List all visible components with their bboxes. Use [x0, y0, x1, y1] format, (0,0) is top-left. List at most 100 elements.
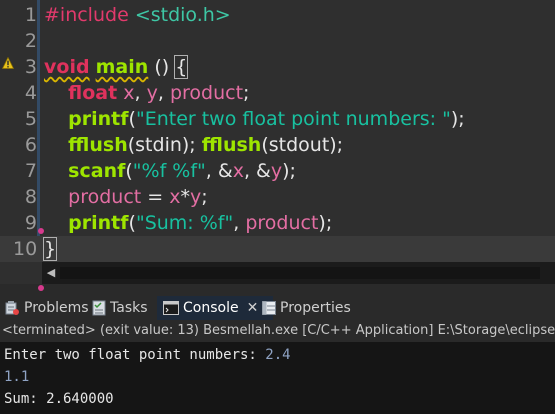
line-number: 1	[24, 4, 37, 26]
code-line[interactable]: 5 printf("Enter two float point numbers:…	[0, 106, 555, 132]
line-number: 8	[24, 186, 37, 208]
code-text[interactable]: printf("Sum: %f", product);	[44, 210, 332, 236]
code-token: (	[148, 56, 162, 78]
code-line[interactable]: 2	[0, 28, 555, 54]
code-text[interactable]: fflush(stdin); fflush(stdout);	[44, 132, 343, 158]
code-token: printf	[68, 108, 129, 130]
code-token: , &	[243, 160, 271, 182]
line-number: 4	[24, 82, 37, 104]
code-text[interactable]: void main () {	[44, 54, 189, 80]
code-token: (	[128, 212, 136, 234]
line-number: 9	[24, 212, 37, 234]
code-token: #include	[44, 4, 129, 26]
code-token: "Sum: %f"	[135, 212, 234, 234]
view-tab-bar: Problems Tasks Console ✕ Properties	[0, 296, 555, 320]
code-token: printf	[68, 212, 129, 234]
problems-icon	[5, 301, 19, 315]
code-token: x	[232, 160, 244, 182]
code-token: ,	[157, 82, 170, 104]
console-line: Enter two float point numbers: 2.4	[4, 344, 291, 366]
code-token: product	[245, 212, 319, 234]
line-number: 7	[24, 160, 37, 182]
code-token: (	[125, 160, 133, 182]
code-token: (	[128, 108, 136, 130]
code-line[interactable]: 8 product = x*y;	[0, 184, 555, 210]
code-token: {	[174, 55, 189, 79]
code-text[interactable]: printf("Enter two float point numbers: "…	[44, 106, 465, 132]
gutter-spacer	[0, 262, 42, 284]
code-token: fflush	[201, 134, 262, 156]
code-token: scanf	[68, 160, 126, 182]
console-text: 1.1	[4, 369, 30, 385]
code-editor[interactable]: 1 #include <stdio.h> 2 3 void main () {4 flo…	[0, 0, 555, 262]
breakpoint-dot	[38, 285, 44, 291]
code-token: void	[44, 56, 90, 78]
code-text[interactable]: scanf("%f %f", &x, &y);	[44, 158, 296, 184]
code-line[interactable]: 3 void main () {	[0, 54, 555, 80]
line-number: 3	[24, 56, 37, 78]
console-text: Enter two float point numbers:	[4, 347, 266, 363]
code-token: x	[123, 82, 135, 104]
code-line[interactable]: 6 fflush(stdin); fflush(stdout);	[0, 132, 555, 158]
console-line: Sum: 2.640000	[4, 388, 114, 410]
code-token: y	[146, 82, 158, 104]
code-token: x	[169, 186, 181, 208]
code-line[interactable]: 1 #include <stdio.h>	[0, 2, 555, 28]
code-token: "Enter two float point numbers: "	[135, 108, 451, 130]
code-token: );	[450, 108, 465, 130]
close-icon[interactable]: ✕	[247, 300, 259, 316]
code-line[interactable]: 10}	[0, 236, 555, 262]
line-number: 10	[13, 238, 38, 260]
tab-console[interactable]: Console ✕	[157, 296, 273, 320]
horizontal-scrollbar[interactable]: ◀	[42, 262, 555, 284]
code-line[interactable]: 7 scanf("%f %f", &x, &y);	[0, 158, 555, 184]
code-line[interactable]: 9 printf("Sum: %f", product);	[0, 210, 555, 236]
code-token: fflush	[68, 134, 128, 156]
code-token: product	[169, 82, 244, 104]
tab-tasks-label: Tasks	[110, 300, 148, 316]
code-text[interactable]: #include <stdio.h>	[44, 2, 231, 28]
warning-icon[interactable]	[2, 57, 14, 69]
code-token: "%f %f"	[132, 160, 206, 182]
tab-problems-label: Problems	[24, 300, 89, 316]
code-token: );	[318, 212, 333, 234]
tab-tasks[interactable]: Tasks	[92, 296, 148, 320]
tab-problems[interactable]: Problems	[4, 296, 89, 320]
code-token: ,	[134, 82, 147, 104]
code-text[interactable]: float x, y, product;	[44, 80, 249, 106]
code-token: (stdin);	[127, 134, 202, 156]
code-token: (stdout);	[261, 134, 344, 156]
console-output[interactable]: Enter two float point numbers: 2.4 1.1 Sum…	[0, 342, 555, 414]
line-number: 6	[24, 134, 37, 156]
code-token: , &	[205, 160, 233, 182]
code-text[interactable]: }	[42, 236, 58, 262]
panel-divider	[0, 284, 555, 296]
properties-icon	[262, 301, 276, 315]
code-token: product	[68, 186, 142, 208]
breakpoint-dot[interactable]	[38, 228, 44, 234]
code-token: float	[68, 82, 118, 104]
chevron-left-icon[interactable]: ◀	[42, 262, 60, 284]
scrollbar-thumb[interactable]	[60, 267, 540, 279]
code-token: );	[282, 160, 296, 182]
code-token: ;	[243, 82, 250, 104]
code-token: *	[180, 186, 191, 208]
code-token: ;	[201, 186, 208, 208]
tab-console-label: Console	[183, 300, 239, 316]
code-line[interactable]: 4 float x, y, product;	[0, 80, 555, 106]
console-status-header: <terminated> (exit value: 13) Besmellah.…	[0, 320, 555, 342]
code-token: }	[42, 237, 58, 261]
tasks-icon	[92, 300, 106, 316]
code-token: main	[95, 56, 149, 78]
code-text[interactable]: product = x*y;	[44, 184, 208, 210]
code-token: =	[141, 186, 170, 208]
code-token: ,	[233, 212, 246, 234]
tab-properties[interactable]: Properties	[262, 296, 351, 320]
line-number: 2	[24, 30, 37, 52]
console-line: 1.1	[4, 366, 29, 388]
code-token: <stdio.h>	[134, 4, 231, 26]
